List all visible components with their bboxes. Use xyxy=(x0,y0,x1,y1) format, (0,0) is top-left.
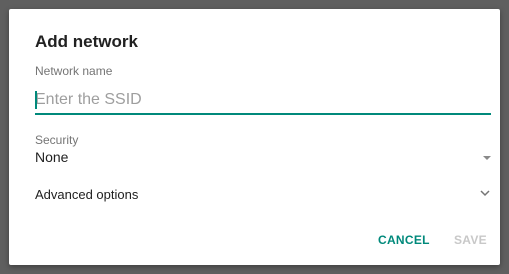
advanced-options-toggle[interactable]: Advanced options xyxy=(35,185,491,205)
cancel-button[interactable]: CANCEL xyxy=(378,233,430,247)
security-value: None xyxy=(35,149,69,165)
chevron-down-icon xyxy=(480,190,490,197)
security-dropdown[interactable]: None xyxy=(35,148,491,168)
save-button[interactable]: SAVE xyxy=(454,233,487,247)
dialog-title: Add network xyxy=(35,32,138,51)
dropdown-arrow-icon xyxy=(483,156,491,160)
add-network-dialog: Add network Network name Security None A… xyxy=(9,9,500,265)
ssid-input[interactable] xyxy=(35,87,491,115)
security-label: Security xyxy=(35,133,79,147)
text-cursor xyxy=(35,91,37,109)
advanced-options-label: Advanced options xyxy=(35,187,139,202)
network-name-label: Network name xyxy=(35,64,113,78)
